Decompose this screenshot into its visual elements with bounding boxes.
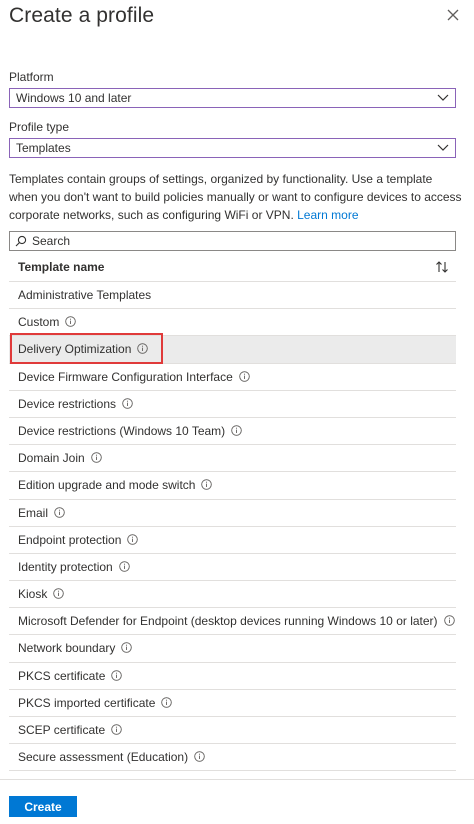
- template-row[interactable]: Device Firmware Configuration Interface: [9, 364, 456, 391]
- template-row[interactable]: Network boundary: [9, 635, 456, 663]
- search-input[interactable]: Search: [9, 231, 456, 251]
- template-row[interactable]: Administrative Templates: [9, 282, 456, 310]
- description-text: Templates contain groups of settings, or…: [9, 172, 462, 222]
- template-name: Email: [18, 505, 49, 520]
- template-name: Kiosk: [18, 587, 48, 602]
- search-placeholder: Search: [32, 234, 71, 248]
- search-icon: [15, 235, 27, 247]
- info-icon[interactable]: [127, 528, 139, 545]
- learn-more-link[interactable]: Learn more: [297, 208, 358, 222]
- template-row[interactable]: Microsoft Defender for Endpoint (desktop…: [9, 608, 456, 636]
- template-row[interactable]: Domain Join: [9, 445, 456, 473]
- template-name: Microsoft Defender for Endpoint (desktop…: [18, 614, 438, 629]
- info-icon[interactable]: [239, 365, 250, 382]
- template-description: Templates contain groups of settings, or…: [9, 170, 464, 224]
- info-icon[interactable]: [122, 392, 133, 409]
- info-icon[interactable]: [90, 446, 102, 463]
- platform-dropdown[interactable]: Windows 10 and later: [9, 88, 456, 108]
- info-icon[interactable]: [121, 636, 133, 654]
- info-icon[interactable]: [111, 664, 123, 681]
- page-title: Create a profile: [9, 4, 155, 27]
- template-row[interactable]: SCEP certificate: [9, 717, 456, 745]
- template-name: SCEP certificate: [18, 723, 106, 737]
- create-button[interactable]: Create: [9, 796, 77, 817]
- template-name: Secure assessment (Education): [18, 750, 189, 765]
- profile-type-dropdown[interactable]: Templates: [9, 138, 456, 158]
- column-header-label: Template name: [18, 260, 105, 274]
- platform-label: Platform: [9, 70, 54, 84]
- platform-value: Windows 10 and later: [16, 91, 132, 105]
- chevron-down-icon: [437, 144, 449, 151]
- template-name: Delivery Optimization: [18, 342, 132, 357]
- template-name: Device restrictions: [18, 396, 117, 411]
- template-name: PKCS certificate: [18, 668, 106, 683]
- template-row[interactable]: PKCS imported certificate: [9, 690, 456, 717]
- template-row[interactable]: Edition upgrade and mode switch: [9, 472, 456, 500]
- template-list: Administrative Templates Custom Delivery O…: [9, 282, 456, 772]
- info-icon[interactable]: [54, 501, 65, 518]
- info-icon[interactable]: [201, 473, 213, 491]
- info-icon[interactable]: [443, 609, 455, 627]
- template-row[interactable]: Device restrictions (Windows 10 Team): [9, 418, 456, 446]
- template-row[interactable]: Custom: [9, 309, 456, 337]
- profile-type-label: Profile type: [9, 120, 70, 134]
- create-profile-panel: Create a profile Platform Windows 10 and…: [0, 0, 474, 824]
- template-name: Custom: [18, 315, 60, 330]
- template-row[interactable]: Identity protection: [9, 554, 456, 582]
- template-row[interactable]: Kiosk: [9, 581, 456, 609]
- template-name: PKCS imported certificate: [18, 695, 156, 710]
- template-name: Device restrictions (Windows 10 Team): [18, 423, 226, 438]
- chevron-down-icon: [437, 94, 449, 101]
- column-header-template-name[interactable]: Template name: [9, 252, 456, 282]
- template-row[interactable]: Endpoint protection: [9, 527, 456, 554]
- info-icon[interactable]: [161, 691, 173, 708]
- template-table: Template name Administrative Templates Cu…: [9, 252, 456, 772]
- info-icon[interactable]: [111, 718, 122, 735]
- info-icon[interactable]: [137, 337, 149, 355]
- template-name: Domain Join: [18, 451, 85, 466]
- template-row[interactable]: Delivery Optimization: [9, 336, 456, 364]
- profile-type-value: Templates: [16, 141, 71, 155]
- info-icon[interactable]: [231, 419, 242, 436]
- template-row[interactable]: Secure assessment (Education): [9, 744, 456, 772]
- info-icon[interactable]: [118, 555, 130, 572]
- template-name: Device Firmware Configuration Interface: [18, 369, 233, 384]
- sort-icon[interactable]: [435, 260, 449, 274]
- template-name: Edition upgrade and mode switch: [18, 478, 196, 493]
- info-icon[interactable]: [65, 310, 77, 327]
- template-row[interactable]: Device restrictions: [9, 391, 456, 418]
- close-icon[interactable]: [444, 6, 462, 24]
- template-name: Identity protection: [18, 559, 113, 574]
- info-icon[interactable]: [53, 582, 65, 599]
- template-row[interactable]: Email: [9, 500, 456, 527]
- template-name: Endpoint protection: [18, 532, 122, 547]
- footer-divider: [0, 779, 474, 780]
- info-icon[interactable]: [194, 745, 205, 762]
- template-row[interactable]: PKCS certificate: [9, 663, 456, 690]
- template-name: Network boundary: [18, 641, 116, 656]
- template-name: Administrative Templates: [18, 288, 152, 302]
